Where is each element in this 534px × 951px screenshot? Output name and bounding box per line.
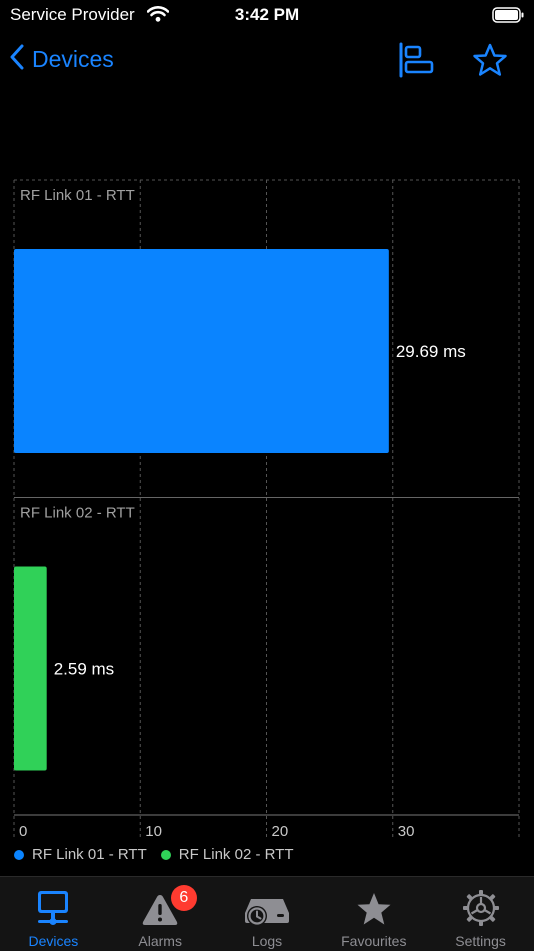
- legend-item-rf-link-01: RF Link 01 - RTT: [14, 846, 147, 863]
- x-tick-label: 20: [272, 823, 289, 840]
- tab-logs[interactable]: Logs: [214, 877, 321, 951]
- rtt-bar-chart: RF Link 01 - RTT 29.69 ms RF Link 02 - RTT…: [13, 179, 520, 840]
- tab-label: Favourites: [341, 933, 407, 949]
- legend-item-rf-link-02: RF Link 02 - RTT: [160, 846, 294, 863]
- bar: [14, 249, 389, 453]
- star-filled-icon: [355, 887, 393, 927]
- tab-favourites[interactable]: Favourites: [320, 877, 427, 951]
- tab-bar: Devices Alarms 6 Logs Favourites Setting…: [0, 876, 534, 951]
- x-tick-label: 30: [398, 823, 415, 840]
- alarm-count-badge: 6: [170, 885, 197, 911]
- bar-value-label: 29.69 ms: [396, 342, 466, 361]
- tab-label: Settings: [455, 933, 506, 949]
- legend-swatch-icon: [160, 849, 171, 860]
- gear-icon: [462, 887, 500, 927]
- monitor-network-icon: [36, 887, 70, 927]
- tab-devices[interactable]: Devices: [0, 877, 107, 951]
- legend-swatch-icon: [14, 849, 24, 860]
- panel-title: RF Link 02 - RTT: [20, 505, 135, 522]
- history-drive-icon: [243, 887, 291, 927]
- bar-value-label: 2.59 ms: [54, 660, 114, 679]
- tab-settings[interactable]: Settings: [427, 877, 534, 951]
- legend-label: RF Link 02 - RTT: [178, 846, 294, 863]
- legend-label: RF Link 01 - RTT: [32, 846, 147, 863]
- x-tick-label: 10: [145, 823, 162, 840]
- tab-label: Logs: [251, 933, 283, 949]
- bar: [14, 566, 47, 771]
- x-tick-label: 0: [19, 823, 27, 840]
- tab-alarms[interactable]: Alarms 6: [107, 877, 214, 951]
- tab-label: Devices: [28, 933, 79, 949]
- panel-title: RF Link 01 - RTT: [20, 187, 135, 204]
- tab-label: Alarms: [138, 933, 182, 949]
- chart-legend: RF Link 01 - RTT RF Link 02 - RTT: [14, 846, 308, 863]
